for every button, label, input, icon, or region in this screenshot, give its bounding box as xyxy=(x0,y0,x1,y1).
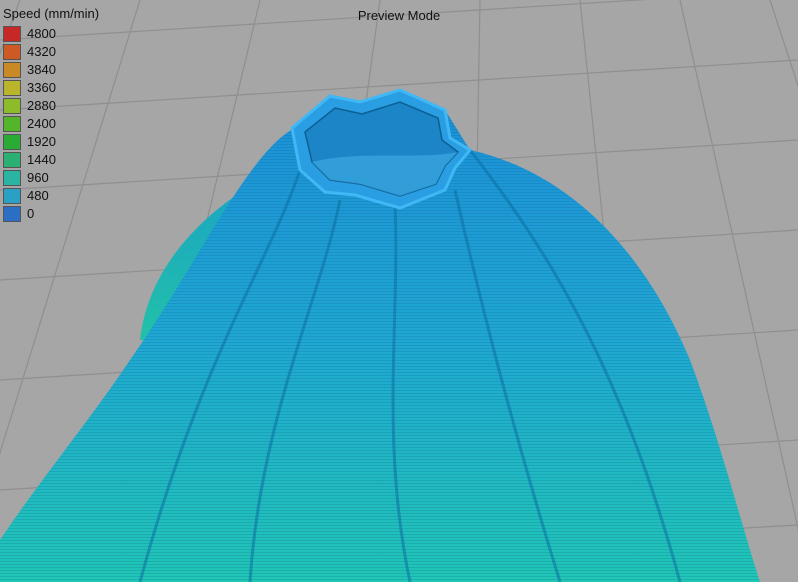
preview-mode-title: Preview Mode xyxy=(357,8,441,23)
legend-swatch xyxy=(3,98,21,114)
legend-item: 3360 xyxy=(3,79,99,97)
legend-label: 1920 xyxy=(27,134,56,149)
legend-label: 960 xyxy=(27,170,49,185)
legend-label: 0 xyxy=(27,206,35,221)
legend-label: 2880 xyxy=(27,98,56,113)
legend-item: 960 xyxy=(3,169,99,187)
legend-item: 4800 xyxy=(3,25,99,43)
vase-model xyxy=(0,88,760,582)
legend-item: 0 xyxy=(3,205,99,223)
legend-swatch xyxy=(3,206,21,222)
legend-swatch xyxy=(3,116,21,132)
preview-viewport[interactable]: Preview Mode Speed (mm/min) 4800 4320 3840… xyxy=(0,0,798,582)
legend-label: 4800 xyxy=(27,26,56,41)
legend-item: 4320 xyxy=(3,43,99,61)
legend-swatch xyxy=(3,134,21,150)
legend-label: 4320 xyxy=(27,44,56,59)
legend-swatch xyxy=(3,80,21,96)
speed-legend: Speed (mm/min) 4800 4320 3840 3360 2880 2400 1… xyxy=(3,6,99,223)
legend-rows: 4800 4320 3840 3360 2880 2400 1920 1440 960 480 0 xyxy=(3,25,99,223)
model-preview-canvas[interactable] xyxy=(0,0,798,582)
legend-swatch xyxy=(3,152,21,168)
legend-label: 1440 xyxy=(27,152,56,167)
legend-title: Speed (mm/min) xyxy=(3,6,100,21)
legend-swatch xyxy=(3,62,21,78)
legend-swatch xyxy=(3,44,21,60)
legend-label: 2400 xyxy=(27,116,56,131)
legend-item: 3840 xyxy=(3,61,99,79)
legend-label: 3360 xyxy=(27,80,56,95)
legend-item: 480 xyxy=(3,187,99,205)
legend-item: 1440 xyxy=(3,151,99,169)
legend-item: 2400 xyxy=(3,115,99,133)
legend-item: 2880 xyxy=(3,97,99,115)
legend-label: 3840 xyxy=(27,62,56,77)
legend-item: 1920 xyxy=(3,133,99,151)
legend-swatch xyxy=(3,170,21,186)
legend-swatch xyxy=(3,26,21,42)
legend-label: 480 xyxy=(27,188,49,203)
legend-swatch xyxy=(3,188,21,204)
